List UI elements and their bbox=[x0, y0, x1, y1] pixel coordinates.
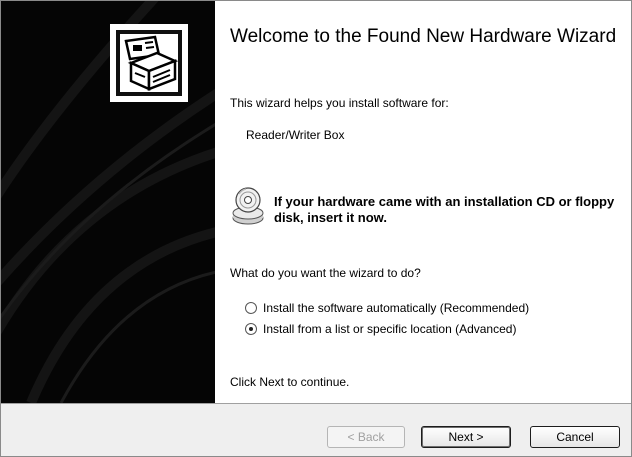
back-button[interactable]: < Back bbox=[327, 426, 405, 448]
wizard-title: Welcome to the Found New Hardware Wizard bbox=[230, 26, 617, 47]
option-install-automatically[interactable]: Install the software automatically (Reco… bbox=[245, 299, 529, 317]
radio-install-automatically[interactable] bbox=[245, 302, 257, 314]
cancel-button[interactable]: Cancel bbox=[530, 426, 620, 448]
cd-prompt-text: If your hardware came with an installati… bbox=[274, 194, 615, 225]
wizard-window: Welcome to the Found New Hardware Wizard… bbox=[0, 0, 632, 457]
wizard-content: Welcome to the Found New Hardware Wizard… bbox=[215, 1, 631, 403]
continue-hint: Click Next to continue. bbox=[230, 375, 350, 389]
option-label: Install from a list or specific location… bbox=[263, 322, 517, 336]
wizard-side-banner bbox=[1, 1, 215, 403]
cd-prompt: If your hardware came with an installati… bbox=[230, 186, 625, 236]
option-install-from-list[interactable]: Install from a list or specific location… bbox=[245, 320, 516, 338]
cd-drive-icon bbox=[232, 187, 264, 225]
wizard-intro-text: This wizard helps you install software f… bbox=[230, 96, 449, 110]
next-button[interactable]: Next > bbox=[421, 426, 511, 448]
option-label: Install the software automatically (Reco… bbox=[263, 301, 530, 315]
device-name: Reader/Writer Box bbox=[246, 128, 345, 142]
wizard-question: What do you want the wizard to do? bbox=[230, 266, 421, 280]
hardware-wizard-icon bbox=[110, 24, 188, 102]
radio-install-from-list[interactable] bbox=[245, 323, 257, 335]
button-bar: < Back Next > Cancel bbox=[1, 403, 631, 456]
